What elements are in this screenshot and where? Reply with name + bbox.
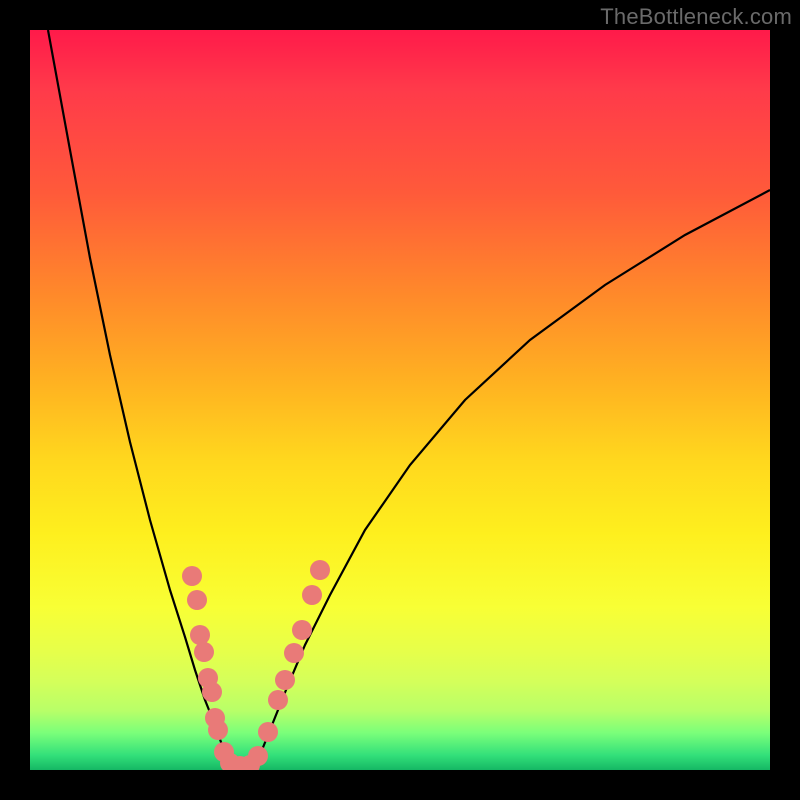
scatter-dot [190, 625, 210, 645]
scatter-dot [275, 670, 295, 690]
scatter-dot [292, 620, 312, 640]
scatter-dot [302, 585, 322, 605]
scatter-dot [284, 643, 304, 663]
scatter-dot [194, 642, 214, 662]
curve-right [255, 190, 770, 765]
scatter-dot [182, 566, 202, 586]
scatter-dot [187, 590, 207, 610]
scatter-dot [202, 682, 222, 702]
scatter-dot [248, 746, 268, 766]
scatter-dot [268, 690, 288, 710]
scatter-dot [258, 722, 278, 742]
plot-area [30, 30, 770, 770]
scatter-dot [310, 560, 330, 580]
scatter-dot [208, 720, 228, 740]
stage: TheBottleneck.com [0, 0, 800, 800]
chart-svg [30, 30, 770, 770]
scatter-dots [182, 560, 330, 770]
watermark-label: TheBottleneck.com [600, 4, 792, 30]
